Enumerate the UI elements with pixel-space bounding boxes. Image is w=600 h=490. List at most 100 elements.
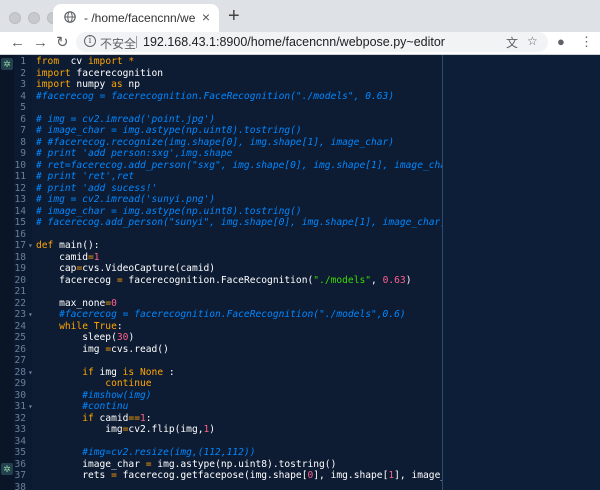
line-number: 38 (14, 481, 26, 490)
code-line[interactable]: 32 if camid==1: (0, 413, 440, 425)
code-text: image_char = img.astype(np.uint8).tostri… (36, 458, 337, 470)
code-line[interactable]: 23 ▾ #facerecog = facerecognition.FaceRec… (0, 309, 440, 321)
code-text: import numpy as np (36, 79, 140, 90)
line-number: 34 (14, 435, 26, 447)
line-number: 20 (14, 274, 26, 286)
code-line[interactable]: 11 # print 'ret',ret (0, 171, 440, 183)
code-text: from cv import * (36, 56, 135, 67)
code-text: if camid==1: (36, 412, 152, 424)
code-text: img =cvs.read() (36, 343, 169, 355)
bookmark-star-icon[interactable]: ☆ (527, 34, 538, 48)
code-line[interactable]: 1 from cv import * (0, 56, 440, 68)
fold-toggle-icon[interactable]: ▾ (28, 367, 33, 379)
code-line[interactable]: 7 # image_char = img.astype(np.uint8).tos… (0, 125, 440, 137)
code-line[interactable]: 12 # print 'add sucess!' (0, 183, 440, 195)
tab-close-icon[interactable]: × (202, 9, 210, 25)
code-text: #facerecog = facerecognition.FaceRecogni… (36, 90, 395, 102)
code-text: # image_char = img.astype(np.uint8).tost… (36, 205, 302, 217)
fold-toggle-icon[interactable]: ▾ (28, 309, 33, 321)
line-number: 37 (14, 470, 26, 481)
browser-tab[interactable]: - /home/facencnn/webpose.py × (53, 4, 219, 32)
code-text: # img = cv2.imread('point.jpg') (36, 113, 216, 125)
code-editor[interactable]: ✲ ✲ 1 from cv import * 2 import facerecogni… (0, 55, 600, 490)
line-number: 16 (14, 228, 26, 240)
code-line[interactable]: 3 import numpy as np (0, 79, 440, 91)
code-line[interactable]: 22 max_none=0 (0, 298, 440, 310)
code-text: # image_char = img.astype(np.uint8).tost… (36, 125, 302, 136)
code-line[interactable]: 37 rets = facerecog.getfacepose(img.shap… (0, 470, 475, 482)
code-line[interactable]: 38 (0, 482, 440, 490)
tab-title: - /home/facencnn/webpose.py (84, 11, 196, 25)
code-line[interactable]: 20 facerecog = facerecognition.FaceRecog… (0, 275, 440, 287)
line-number: 24 (14, 320, 26, 332)
code-line[interactable]: 33 img=cv2.flip(img,1) (0, 424, 440, 436)
translate-icon[interactable]: 文 (506, 34, 518, 51)
menu-icon[interactable]: ⋮ (580, 34, 593, 50)
code-text: rets = facerecog.getfacepose(img.shape[0… (36, 470, 476, 481)
code-line[interactable]: 35 #img=cv2.resize(img,(112,112)) (0, 447, 440, 459)
code-text: #facerecog = facerecognition.FaceRecogni… (36, 309, 406, 320)
code-line[interactable]: 28 ▾ if img is None : (0, 367, 440, 379)
code-line[interactable]: 10 # ret=facerecog.add_person("sxg", img.… (0, 160, 457, 172)
code-text: cap=cvs.VideoCapture(camid) (36, 263, 216, 274)
code-text: facerecog = facerecognition.FaceRecognit… (36, 274, 412, 286)
code-line[interactable]: 21 (0, 286, 440, 298)
line-number: 36 (14, 458, 26, 470)
window-close-button[interactable] (9, 12, 21, 24)
back-icon[interactable]: ← (10, 33, 25, 53)
code-line[interactable]: 30 #imshow(img) (0, 390, 440, 402)
code-text: #img=cv2.resize(img,(112,112)) (36, 447, 256, 458)
code-text: # ret=facerecog.add_person("sxg", img.sh… (36, 159, 458, 171)
line-number: 26 (14, 343, 26, 355)
code-line[interactable]: 25 sleep(30) (0, 332, 440, 344)
line-number: 25 (14, 332, 26, 343)
code-line[interactable]: 27 (0, 355, 440, 367)
code-line[interactable]: 34 (0, 436, 440, 448)
code-text: continue (36, 378, 152, 389)
line-number: 9 (20, 148, 26, 159)
line-number: 15 (14, 217, 26, 228)
code-line[interactable]: 31 ▾ #continu (0, 401, 440, 413)
code-line[interactable]: 16 (0, 229, 440, 241)
window-minimize-button[interactable] (28, 12, 40, 24)
code-line[interactable]: 2 import facerecognition (0, 68, 440, 80)
code-line[interactable]: 18 camid=1 (0, 252, 440, 264)
security-status[interactable]: 不安全 (100, 35, 136, 52)
fold-toggle-icon[interactable]: ▾ (28, 240, 33, 252)
forward-icon[interactable]: → (33, 33, 48, 53)
code-line[interactable]: 29 continue (0, 378, 440, 390)
code-line[interactable]: 36 image_char = img.astype(np.uint8).tos… (0, 459, 440, 471)
line-number: 4 (20, 90, 26, 102)
code-line[interactable]: 14 # image_char = img.astype(np.uint8).to… (0, 206, 440, 218)
line-number: 11 (14, 171, 26, 182)
code-text: img=cv2.flip(img,1) (36, 424, 216, 435)
editor-right-pane (443, 55, 600, 490)
code-line[interactable]: 17 ▾ def main(): (0, 240, 440, 252)
fold-toggle-icon[interactable]: ▾ (28, 401, 33, 413)
line-number: 19 (14, 263, 26, 274)
code-line[interactable]: 26 img =cvs.read() (0, 344, 440, 356)
code-line[interactable]: 8 # #facerecog.recognize(img.shape[0], im… (0, 137, 440, 149)
code-line[interactable]: 5 (0, 102, 440, 114)
info-icon[interactable]: i (84, 35, 96, 47)
browser-toolbar: ← → ↻ i 不安全 192.168.43.1:8900/home/facen… (0, 32, 600, 55)
address-bar[interactable]: i 不安全 192.168.43.1:8900/home/facencnn/we… (76, 32, 548, 52)
code-text: # print 'add person:sxg',img.shape (36, 148, 233, 159)
account-icon[interactable]: ● (557, 34, 565, 49)
code-text: # #facerecog.recognize(img.shape[0], img… (36, 136, 395, 148)
code-line[interactable]: 15 # facerecog.add_person("sunyi", img.sh… (0, 217, 446, 229)
code-line[interactable]: 4 #facerecog = facerecognition.FaceRecogn… (0, 91, 440, 103)
url-text[interactable]: 192.168.43.1:8900/home/facencnn/webpose.… (143, 35, 445, 49)
code-line[interactable]: 9 # print 'add person:sxg',img.shape (0, 148, 440, 160)
line-number: 22 (14, 297, 26, 309)
line-number: 12 (14, 182, 26, 194)
reload-icon[interactable]: ↻ (56, 33, 69, 53)
line-number: 1 (20, 56, 26, 67)
code-line[interactable]: 19 cap=cvs.VideoCapture(camid) (0, 263, 440, 275)
code-line[interactable]: 6 # img = cv2.imread('point.jpg') (0, 114, 440, 126)
new-tab-button[interactable]: + (228, 5, 240, 27)
code-line[interactable]: 24 while True: (0, 321, 440, 333)
line-number: 18 (14, 251, 26, 263)
code-line[interactable]: 13 # img = cv2.imread('sunyi.png') (0, 194, 440, 206)
code-text: import facerecognition (36, 67, 164, 79)
